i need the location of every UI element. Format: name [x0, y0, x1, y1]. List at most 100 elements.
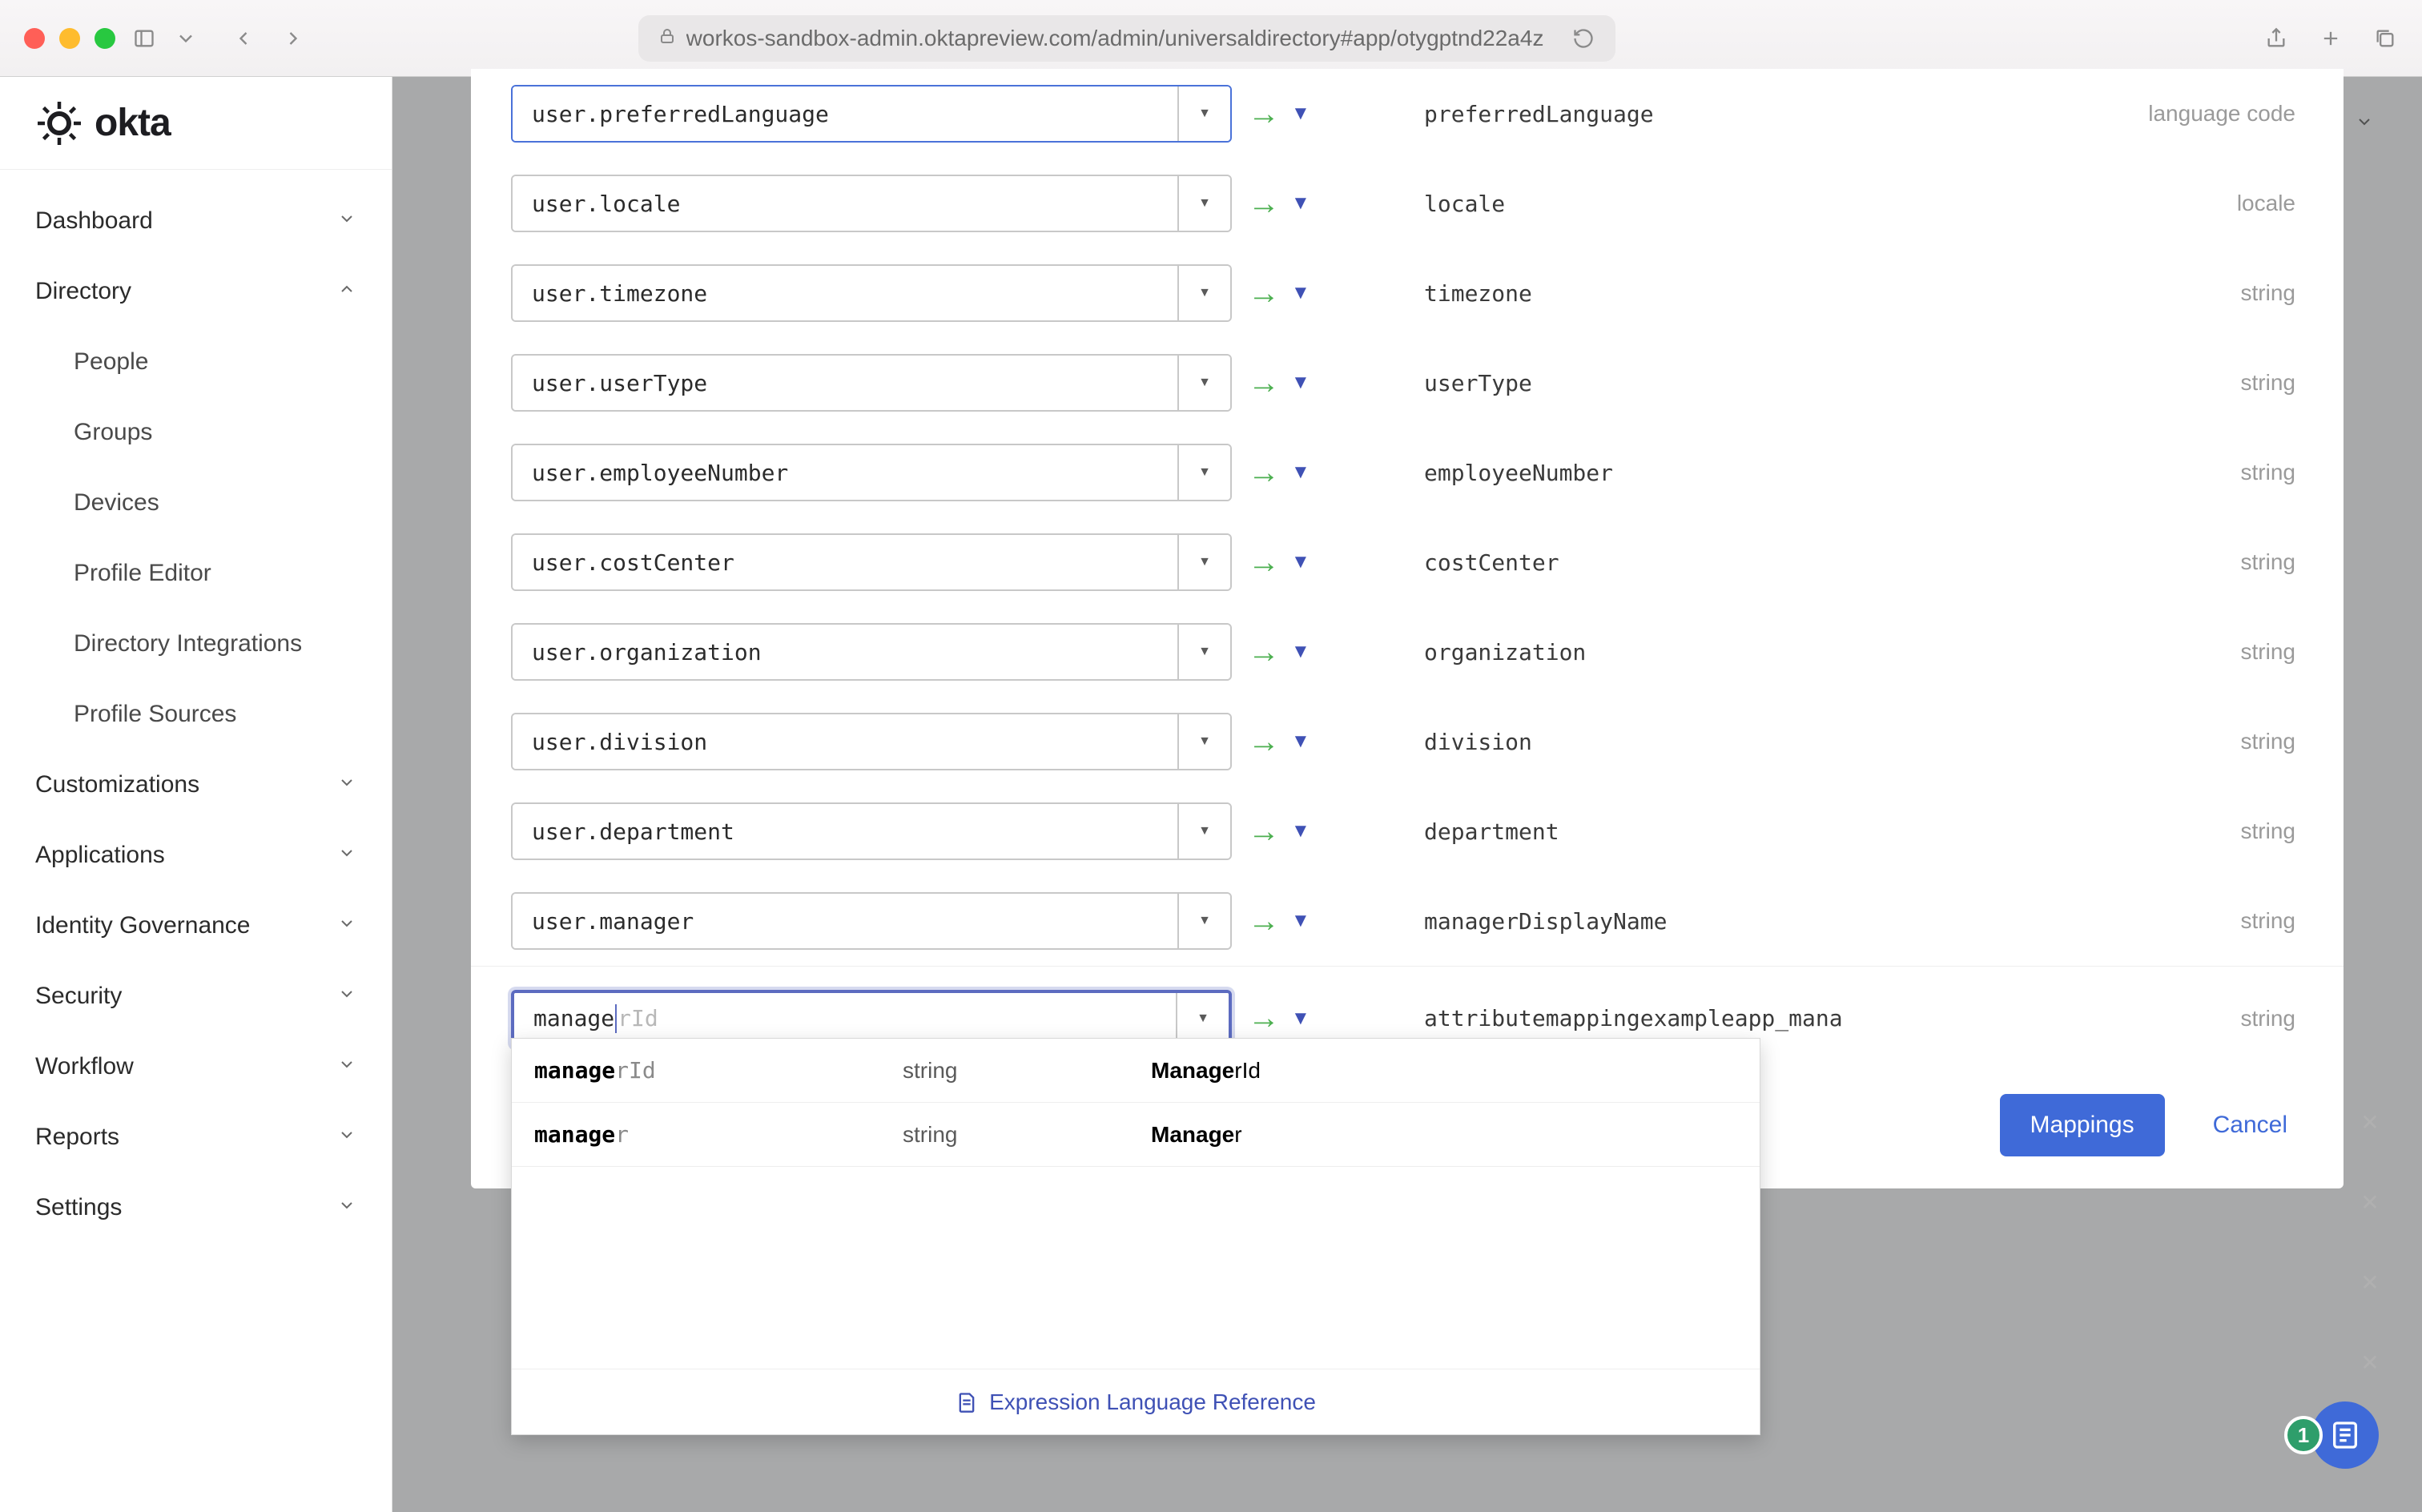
map-arrow-dropdown[interactable]: ▼ — [1291, 910, 1310, 932]
sidebar-toggle-icon[interactable] — [131, 26, 157, 51]
new-tab-icon[interactable] — [2318, 26, 2344, 51]
share-icon[interactable] — [2263, 26, 2289, 51]
sidebar-item-label: Customizations — [35, 771, 199, 798]
expression-dropdown-toggle[interactable]: ▼ — [1177, 714, 1230, 769]
map-arrow-dropdown[interactable]: ▼ — [1291, 372, 1310, 394]
expression-dropdown-toggle[interactable]: ▼ — [1177, 176, 1230, 231]
suggestion-key: manager — [534, 1121, 903, 1148]
map-arrow-icon: → — [1248, 724, 1280, 760]
target-type: locale — [2079, 191, 2303, 216]
expression-text: user.userType — [513, 356, 1177, 410]
expression-dropdown-toggle[interactable]: ▼ — [1176, 993, 1229, 1044]
expression-input[interactable]: user.manager▼ — [511, 892, 1232, 950]
url-bar[interactable]: workos-sandbox-admin.oktapreview.com/adm… — [638, 15, 1615, 62]
nav-forward-button[interactable] — [280, 26, 306, 51]
expression-input[interactable]: user.organization▼ — [511, 623, 1232, 681]
suggestion-type: string — [903, 1122, 1151, 1148]
sidebar-item-dashboard[interactable]: Dashboard — [0, 186, 392, 256]
map-arrow-dropdown[interactable]: ▼ — [1291, 551, 1310, 573]
sidebar-item-customizations[interactable]: Customizations — [0, 750, 392, 820]
text-cursor — [615, 1004, 617, 1033]
expression-input[interactable]: user.locale▼ — [511, 175, 1232, 232]
sidebar-item-people[interactable]: People — [0, 327, 392, 397]
reload-icon[interactable] — [1571, 26, 1596, 51]
expression-dropdown-toggle[interactable]: ▼ — [1177, 86, 1230, 141]
suggestion-label: Manager — [1151, 1122, 1242, 1148]
autocomplete-item[interactable]: managerstringManager — [512, 1103, 1760, 1167]
map-arrow-dropdown[interactable]: ▼ — [1291, 103, 1310, 125]
expression-text: user.department — [513, 804, 1177, 859]
chevron-down-icon — [337, 1194, 356, 1221]
autocomplete-item[interactable]: managerIdstringManagerId — [512, 1039, 1760, 1103]
expression-dropdown-toggle[interactable]: ▼ — [1177, 445, 1230, 500]
sidebar-item-directory-integrations[interactable]: Directory Integrations — [0, 609, 392, 679]
expression-input[interactable]: user.department▼ — [511, 802, 1232, 860]
map-arrow-dropdown[interactable]: ▼ — [1291, 282, 1310, 304]
mapping-row: user.manager▼→▼managerDisplayNamestring — [511, 876, 2303, 966]
save-mappings-button[interactable]: Mappings — [2000, 1094, 2165, 1156]
sidebar-item-devices[interactable]: Devices — [0, 468, 392, 538]
chevron-down-icon — [337, 842, 356, 869]
expression-reference-link[interactable]: Expression Language Reference — [512, 1369, 1760, 1434]
target-attribute: managerDisplayName — [1352, 908, 2063, 935]
remove-row-icon[interactable]: ✕ — [2358, 1350, 2382, 1374]
nav-back-button[interactable] — [231, 26, 256, 51]
remove-row-icon[interactable]: ✕ — [2358, 1190, 2382, 1214]
sidebar-item-settings[interactable]: Settings — [0, 1172, 392, 1243]
target-attribute: department — [1352, 818, 2063, 845]
expression-dropdown-toggle[interactable]: ▼ — [1177, 804, 1230, 859]
sidebar-item-applications[interactable]: Applications — [0, 820, 392, 891]
chevron-down-icon[interactable] — [173, 26, 199, 51]
window-close-button[interactable] — [24, 28, 45, 49]
sidebar-item-label: Directory Integrations — [74, 630, 302, 657]
map-arrow-dropdown[interactable]: ▼ — [1291, 730, 1310, 753]
target-attribute: locale — [1352, 191, 2063, 217]
map-arrow-dropdown[interactable]: ▼ — [1291, 641, 1310, 663]
sidebar-item-label: Security — [35, 983, 122, 1010]
target-type: string — [2079, 818, 2303, 844]
expression-input[interactable]: user.preferredLanguage▼ — [511, 85, 1232, 143]
expression-input[interactable]: user.employeeNumber▼ — [511, 444, 1232, 501]
target-attribute: division — [1352, 729, 2063, 755]
map-arrow-dropdown[interactable]: ▼ — [1291, 1007, 1310, 1030]
remove-row-icon[interactable]: ✕ — [2358, 1270, 2382, 1294]
mapping-row: user.department▼→▼departmentstring — [511, 786, 2303, 876]
target-type: string — [2079, 280, 2303, 306]
okta-logo[interactable]: okta — [35, 99, 171, 147]
sidebar-item-security[interactable]: Security — [0, 961, 392, 1031]
expression-input[interactable]: user.division▼ — [511, 713, 1232, 770]
map-arrow-dropdown[interactable]: ▼ — [1291, 192, 1310, 215]
expression-input[interactable]: user.timezone▼ — [511, 264, 1232, 322]
map-arrow-dropdown[interactable]: ▼ — [1291, 820, 1310, 842]
expression-input[interactable]: user.userType▼ — [511, 354, 1232, 412]
cancel-button[interactable]: Cancel — [2197, 1094, 2303, 1156]
target-attribute: userType — [1352, 370, 2063, 396]
map-arrow-icon: → — [1248, 814, 1280, 850]
expression-dropdown-toggle[interactable]: ▼ — [1177, 356, 1230, 410]
expression-dropdown-toggle[interactable]: ▼ — [1177, 894, 1230, 948]
sidebar-item-workflow[interactable]: Workflow — [0, 1031, 392, 1102]
map-arrow-icon: → — [1248, 275, 1280, 312]
map-arrow-dropdown[interactable]: ▼ — [1291, 461, 1310, 484]
expression-input[interactable]: user.costCenter▼ — [511, 533, 1232, 591]
sidebar-item-reports[interactable]: Reports — [0, 1102, 392, 1172]
window-minimize-button[interactable] — [59, 28, 80, 49]
remove-row-icon[interactable]: ✕ — [2358, 1110, 2382, 1134]
suggestion-type: string — [903, 1058, 1151, 1084]
sidebar-item-profile-sources[interactable]: Profile Sources — [0, 679, 392, 750]
expression-dropdown-toggle[interactable]: ▼ — [1177, 625, 1230, 679]
help-fab-wrap: 1 — [2284, 1401, 2379, 1469]
sidebar-item-identity-governance[interactable]: Identity Governance — [0, 891, 392, 961]
map-arrow-icon: → — [1248, 903, 1280, 939]
okta-glyph-icon — [35, 99, 83, 147]
mapping-row: user.organization▼→▼organizationstring — [511, 607, 2303, 697]
expression-dropdown-toggle[interactable]: ▼ — [1177, 535, 1230, 589]
tabs-icon[interactable] — [2372, 26, 2398, 51]
sidebar-item-groups[interactable]: Groups — [0, 397, 392, 468]
window-zoom-button[interactable] — [95, 28, 115, 49]
sidebar-item-profile-editor[interactable]: Profile Editor — [0, 538, 392, 609]
expression-dropdown-toggle[interactable]: ▼ — [1177, 266, 1230, 320]
expression-text: user.division — [513, 714, 1177, 769]
mapping-row: user.preferredLanguage▼→▼preferredLangua… — [511, 69, 2303, 159]
sidebar-item-directory[interactable]: Directory — [0, 256, 392, 327]
